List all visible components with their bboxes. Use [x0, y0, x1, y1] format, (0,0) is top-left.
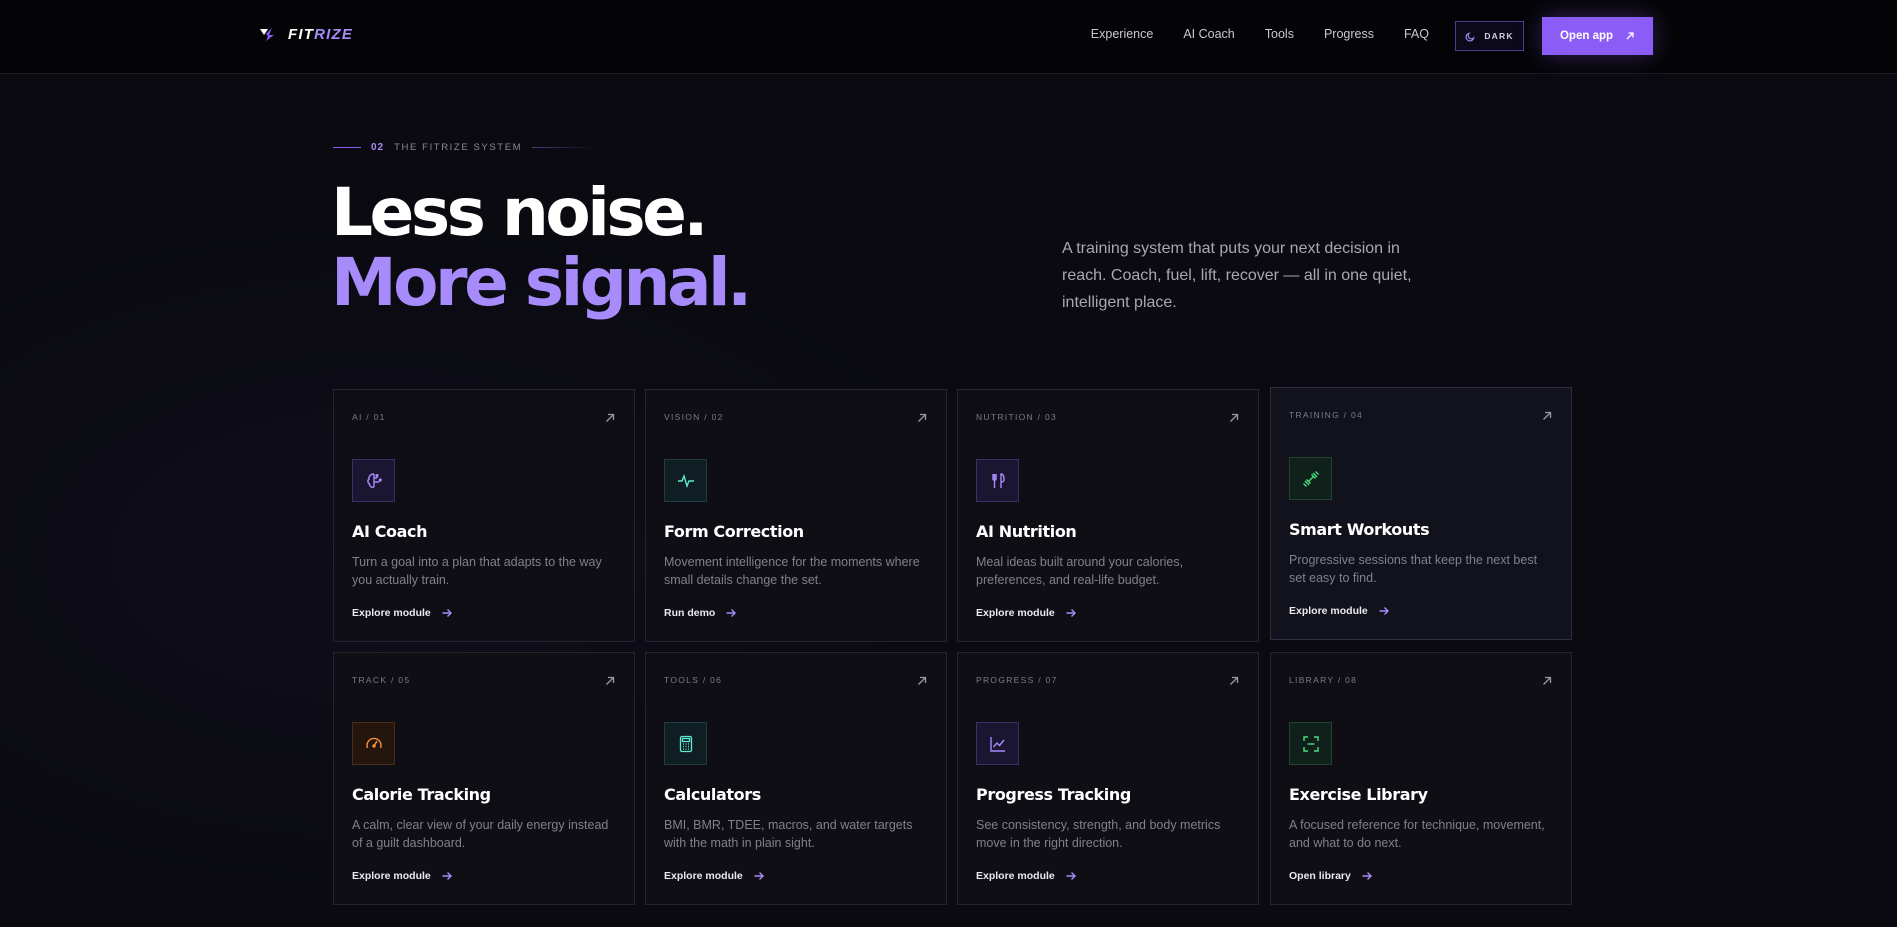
hero-title-line2: More signal.: [331, 244, 752, 321]
chart-icon: [976, 722, 1019, 765]
nav-link-progress[interactable]: Progress: [1324, 27, 1374, 41]
card-tag: TOOLS / 06: [664, 675, 723, 685]
open-app-label: Open app: [1559, 30, 1614, 42]
card-description: Progressive sessions that keep the next …: [1289, 553, 1538, 585]
card-cta-link[interactable]: Explore module: [352, 870, 453, 882]
card-description: See consistency, strength, and body metr…: [976, 818, 1221, 850]
nav-link-ai-coach[interactable]: AI Coach: [1183, 27, 1234, 41]
brand-name: FITRIZE: [288, 25, 354, 43]
theme-toggle-button[interactable]: DARK: [1455, 21, 1524, 51]
arrow-up-right-icon[interactable]: [1228, 675, 1240, 687]
brand-logo[interactable]: FITRIZE: [258, 25, 353, 43]
module-grid: AI / 01 AI Coach Turn a goal into a plan…: [333, 387, 1573, 905]
brain-icon: [352, 459, 395, 502]
card-cta-link[interactable]: Explore module: [976, 607, 1077, 619]
calculator-icon: [664, 722, 707, 765]
module-card-ai-nutrition[interactable]: NUTRITION / 03 AI Nutrition Meal ideas b…: [957, 389, 1259, 642]
card-description: Turn a goal into a plan that adapts to t…: [352, 555, 602, 587]
arrow-up-right-icon[interactable]: [916, 675, 928, 687]
theme-toggle-label: DARK: [1484, 31, 1514, 41]
hero-description: A training system that puts your next de…: [1062, 240, 1412, 311]
module-card-calculators[interactable]: TOOLS / 06 Calculators BMI, BMR, TDEE, m…: [645, 652, 947, 905]
card-tag: AI / 01: [352, 412, 386, 422]
card-tag: VISION / 02: [664, 412, 724, 422]
eyebrow-number: 02: [371, 142, 385, 153]
activity-icon: [664, 459, 707, 502]
arrow-right-icon: [726, 609, 737, 617]
eyebrow-line: [333, 147, 361, 148]
open-app-button[interactable]: Open app: [1542, 17, 1653, 55]
scan-icon: [1289, 722, 1332, 765]
arrow-up-right-icon[interactable]: [1541, 410, 1553, 422]
arrow-right-icon: [754, 872, 764, 880]
card-cta-link[interactable]: Run demo: [664, 607, 737, 619]
card-title: AI Coach: [352, 522, 428, 541]
card-tag: TRAINING / 04: [1289, 410, 1364, 420]
module-card-form-correction[interactable]: VISION / 02 Form Correction Movement int…: [645, 389, 947, 642]
nav-link-experience[interactable]: Experience: [1091, 27, 1154, 41]
arrow-right-icon: [1066, 609, 1076, 617]
module-card-smart-workouts[interactable]: TRAINING / 04 Smart Workouts Progressive…: [1270, 387, 1572, 640]
card-tag: LIBRARY / 08: [1289, 675, 1358, 685]
dumbbell-icon: [1289, 457, 1332, 500]
module-card-ai-coach[interactable]: AI / 01 AI Coach Turn a goal into a plan…: [333, 389, 635, 642]
arrow-right-icon: [1379, 607, 1389, 615]
arrow-right-icon: [442, 872, 452, 880]
card-cta-link[interactable]: Open library: [1289, 870, 1373, 882]
arrow-right-icon: [1362, 872, 1372, 880]
logo-mark-icon: [260, 28, 274, 41]
utensils-icon: [976, 459, 1019, 502]
card-cta-link[interactable]: Explore module: [1289, 605, 1390, 617]
module-card-calorie-tracking[interactable]: TRACK / 05 Calorie Tracking A calm, clea…: [333, 652, 635, 905]
card-title: Progress Tracking: [976, 785, 1131, 804]
card-title: Exercise Library: [1289, 785, 1428, 804]
hero-title: Less noise. More signal.: [331, 174, 752, 321]
card-tag: TRACK / 05: [352, 675, 411, 685]
gauge-icon: [352, 722, 395, 765]
arrow-up-right-icon[interactable]: [604, 675, 616, 687]
arrow-up-right-icon: [1626, 32, 1634, 40]
moon-icon: [1465, 31, 1475, 41]
card-description: A focused reference for technique, movem…: [1289, 818, 1545, 850]
card-title: Form Correction: [664, 522, 804, 541]
arrow-up-right-icon[interactable]: [916, 412, 928, 424]
hero-title-line1: Less noise.: [331, 174, 708, 251]
nav-links: Experience AI Coach Tools Progress FAQ: [1091, 27, 1429, 41]
card-title: Smart Workouts: [1289, 520, 1430, 539]
card-description: BMI, BMR, TDEE, macros, and water target…: [664, 818, 913, 850]
card-title: Calculators: [664, 785, 761, 804]
arrow-right-icon: [1066, 872, 1076, 880]
card-tag: NUTRITION / 03: [976, 412, 1058, 422]
nav-link-faq[interactable]: FAQ: [1404, 27, 1429, 41]
section-eyebrow: 02 THE FITRIZE SYSTEM: [333, 142, 597, 153]
arrow-right-icon: [442, 609, 452, 617]
card-cta-link[interactable]: Explore module: [976, 870, 1077, 882]
card-title: AI Nutrition: [976, 522, 1077, 541]
eyebrow-fade-line: [532, 147, 597, 148]
card-tag: PROGRESS / 07: [976, 675, 1058, 685]
arrow-up-right-icon[interactable]: [1541, 675, 1553, 687]
top-nav: FITRIZE Experience AI Coach Tools Progre…: [0, 0, 1897, 74]
card-description: Meal ideas built around your calories, p…: [976, 555, 1184, 587]
module-card-progress-tracking[interactable]: PROGRESS / 07 Progress Tracking See cons…: [957, 652, 1259, 905]
arrow-up-right-icon[interactable]: [1228, 412, 1240, 424]
card-title: Calorie Tracking: [352, 785, 491, 804]
module-card-exercise-library[interactable]: LIBRARY / 08 Exercise Library A focused …: [1270, 652, 1572, 905]
eyebrow-label: THE FITRIZE SYSTEM: [394, 142, 523, 153]
card-description: Movement intelligence for the moments wh…: [664, 555, 920, 587]
card-cta-link[interactable]: Explore module: [664, 870, 765, 882]
card-cta-link[interactable]: Explore module: [352, 607, 453, 619]
card-description: A calm, clear view of your daily energy …: [352, 818, 609, 850]
nav-link-tools[interactable]: Tools: [1265, 27, 1294, 41]
arrow-up-right-icon[interactable]: [604, 412, 616, 424]
